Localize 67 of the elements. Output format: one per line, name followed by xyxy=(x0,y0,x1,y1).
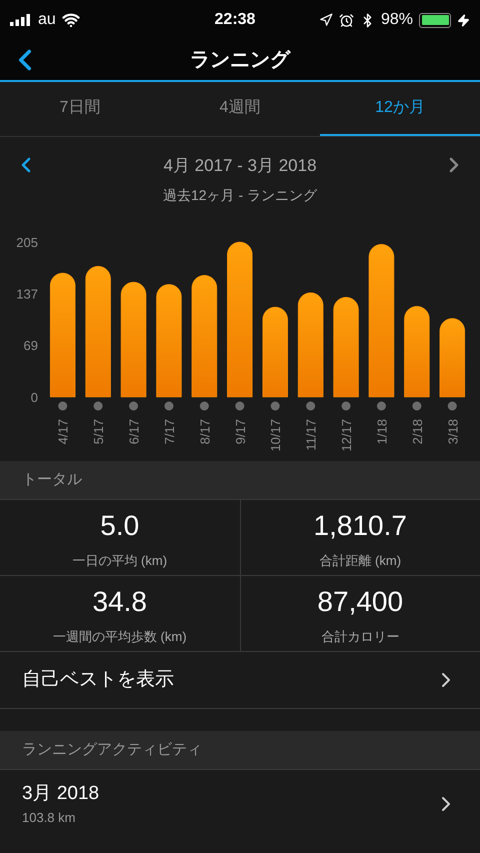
bar[interactable] xyxy=(333,296,359,398)
x-tick-label: 10/17 xyxy=(268,419,284,452)
section-header: トータル xyxy=(0,461,480,499)
date-range: 4月 2017 - 3月 2018 xyxy=(163,155,317,177)
bar[interactable] xyxy=(85,266,111,398)
dot-icon xyxy=(200,402,209,410)
section-header: ランニングアクティビティ xyxy=(0,731,480,769)
bar[interactable] xyxy=(50,272,76,398)
stat-label: 合計カロリー xyxy=(321,628,400,646)
charging-icon xyxy=(457,14,470,26)
battery-percent: 98% xyxy=(380,10,413,30)
y-tick-label: 205 xyxy=(16,235,38,250)
bar[interactable] xyxy=(156,284,182,398)
personal-best-link[interactable]: 自己ベストを表示 xyxy=(0,652,480,709)
bar[interactable] xyxy=(120,282,146,398)
dot-icon xyxy=(376,402,386,410)
dot-icon xyxy=(129,402,138,410)
tab[interactable]: 12か月 xyxy=(320,82,480,136)
dot-icon xyxy=(58,402,68,410)
bar[interactable] xyxy=(368,244,394,398)
y-tick-label: 137 xyxy=(16,286,38,302)
stat-value: 34.8 xyxy=(92,584,147,619)
signal-icon xyxy=(10,14,32,26)
location-icon xyxy=(318,13,333,27)
bar[interactable] xyxy=(227,242,253,398)
bar[interactable] xyxy=(298,292,324,398)
tab[interactable]: 4週間 xyxy=(160,82,320,136)
stat-value: 87,400 xyxy=(317,584,404,619)
dot-icon xyxy=(94,402,103,410)
dot-icon xyxy=(448,402,457,410)
bar[interactable] xyxy=(262,306,288,398)
stat-label: 一日の平均 (km) xyxy=(72,552,168,570)
x-tick-label: 11/17 xyxy=(304,419,319,451)
bar[interactable] xyxy=(440,318,466,398)
stat-label: 合計距離 (km) xyxy=(319,552,402,570)
dot-icon xyxy=(306,402,316,410)
bar[interactable] xyxy=(192,275,218,398)
x-tick-label: 4/17 xyxy=(56,419,71,444)
chart-subtitle: 過去12ヶ月 - ランニング xyxy=(162,186,317,204)
battery-icon xyxy=(419,12,451,28)
wifi-icon xyxy=(62,11,80,29)
dot-icon xyxy=(270,402,280,410)
x-tick-label: 2/18 xyxy=(410,419,425,444)
x-tick-label: 9/17 xyxy=(232,419,248,444)
dot-icon xyxy=(412,402,422,410)
screen-title: ランニング xyxy=(190,48,290,73)
y-tick-label: 69 xyxy=(24,338,38,353)
x-tick-label: 1/18 xyxy=(374,419,390,444)
carrier-name: au xyxy=(38,10,56,30)
x-tick-label: 12/17 xyxy=(339,419,354,452)
x-tick-label: 5/17 xyxy=(91,419,106,444)
stat-label: 一週間の平均歩数 (km) xyxy=(52,628,187,646)
dot-icon xyxy=(164,402,174,410)
y-tick-label: 0 xyxy=(30,390,38,405)
activity-row[interactable]: 3月 2018 103.8 km xyxy=(0,769,480,837)
dot-icon xyxy=(342,402,351,410)
stat-value: 5.0 xyxy=(100,508,140,543)
tab[interactable]: 7日間 xyxy=(0,82,160,136)
alarm-icon xyxy=(338,12,354,28)
dot-icon xyxy=(235,402,244,410)
bar[interactable] xyxy=(404,306,430,398)
clock: 22:38 xyxy=(214,10,256,30)
x-tick-label: 8/17 xyxy=(197,419,212,444)
x-tick-label: 3/18 xyxy=(445,419,460,444)
x-tick-label: 6/17 xyxy=(126,419,142,444)
stat-value: 1,810.7 xyxy=(314,508,407,543)
x-tick-label: 7/17 xyxy=(162,419,177,444)
